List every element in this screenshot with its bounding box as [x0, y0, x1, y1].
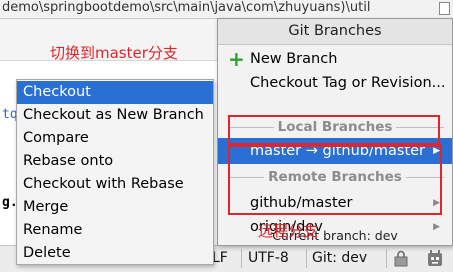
popup-title: Git Branches: [218, 19, 452, 45]
checkout-tag-label: Checkout Tag or Revision...: [250, 75, 446, 91]
current-branch-text: Current branch: dev: [272, 228, 398, 243]
menu-item-rebase-onto[interactable]: Rebase onto: [17, 150, 213, 173]
encoding-indicator[interactable]: UTF-8: [248, 249, 289, 268]
new-branch-item[interactable]: + New Branch: [218, 48, 452, 71]
menu-item-checkout-new-branch[interactable]: Checkout as New Branch: [17, 104, 213, 127]
annotation-remote-branches: 远程分支: [258, 222, 319, 240]
window-control-icon[interactable]: [439, 2, 450, 15]
path-text: demo\springbootdemo\src\main\java\com\zh…: [2, 0, 371, 15]
status-divider: [386, 249, 387, 268]
path-bar: demo\springbootdemo\src\main\java\com\zh…: [0, 0, 453, 19]
menu-item-checkout[interactable]: Checkout: [17, 81, 213, 104]
menu-item-compare[interactable]: Compare: [17, 127, 213, 150]
git-branch-widget[interactable]: Git: dev: [312, 249, 367, 268]
menu-item-merge[interactable]: Merge: [17, 196, 213, 219]
menu-item-checkout-with-rebase[interactable]: Checkout with Rebase: [17, 173, 213, 196]
new-branch-label: New Branch: [250, 51, 338, 67]
status-divider: [241, 249, 242, 268]
menu-item-rename[interactable]: Rename: [17, 219, 213, 242]
remote-branches-highlight-box: [228, 143, 442, 215]
status-divider: [306, 249, 307, 268]
hector-face-icon[interactable]: [424, 249, 446, 269]
line-separator-indicator[interactable]: LF: [212, 249, 228, 268]
menu-item-delete[interactable]: Delete: [17, 242, 213, 265]
lock-icon[interactable]: [392, 250, 410, 267]
checkout-tag-item[interactable]: Checkout Tag or Revision...: [218, 72, 452, 95]
annotation-switch-to-master: 切换到master分支: [50, 44, 178, 62]
plus-icon: +: [228, 47, 245, 71]
branch-context-menu: Checkout Checkout as New Branch Compare …: [16, 79, 214, 265]
